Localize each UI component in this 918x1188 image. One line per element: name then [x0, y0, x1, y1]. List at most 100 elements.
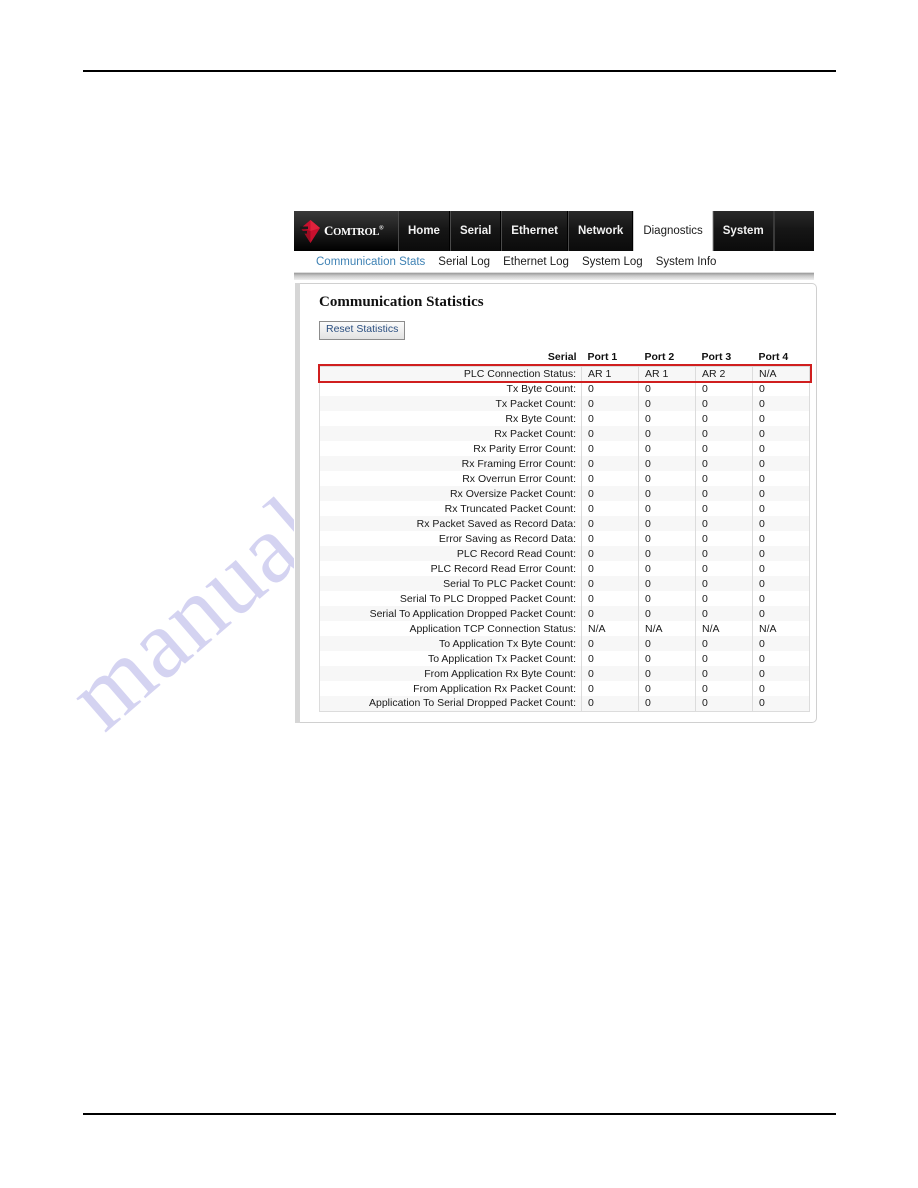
stat-value-port-3: 0: [695, 681, 753, 697]
stat-value-port-3: 0: [695, 636, 753, 652]
section-divider-strip: [294, 273, 814, 280]
stat-value-port-2: AR 1: [638, 365, 696, 382]
subnav-item-system-info[interactable]: System Info: [656, 256, 717, 268]
stat-value-port-4: 0: [752, 516, 810, 532]
stat-value-port-2: 0: [638, 591, 696, 607]
stat-label: PLC Record Read Count:: [319, 546, 582, 562]
stat-label: Serial To Application Dropped Packet Cou…: [319, 606, 582, 622]
stat-value-port-3: 0: [695, 396, 753, 412]
stat-value-port-1: 0: [581, 636, 639, 652]
stat-value-port-2: 0: [638, 666, 696, 682]
table-row: Serial To PLC Dropped Packet Count: 0 0 0 0: [319, 591, 810, 607]
nav-tab-ethernet[interactable]: Ethernet: [501, 211, 568, 251]
diamond-logo-icon: [300, 219, 321, 244]
stat-value-port-3: 0: [695, 546, 753, 562]
stat-value-port-2: 0: [638, 531, 696, 547]
stat-value-port-2: 0: [638, 681, 696, 697]
stat-label: Rx Overrun Error Count:: [319, 471, 582, 487]
stat-value-port-3: 0: [695, 426, 753, 442]
stat-value-port-3: 0: [695, 651, 753, 667]
stat-value-port-4: 0: [752, 456, 810, 472]
subnav-item-serial-log[interactable]: Serial Log: [438, 256, 490, 268]
table-row: Application To Serial Dropped Packet Cou…: [319, 696, 810, 712]
web-ui-screenshot: COMTROL® Home Serial Ethernet Network Di…: [294, 211, 817, 723]
stat-value-port-2: 0: [638, 696, 696, 712]
stat-value-port-4: 0: [752, 591, 810, 607]
stat-value-port-4: 0: [752, 681, 810, 697]
nav-tab-system[interactable]: System: [712, 211, 774, 251]
stat-value-port-4: 0: [752, 651, 810, 667]
stat-value-port-2: 0: [638, 411, 696, 427]
nav-tab-serial[interactable]: Serial: [449, 211, 502, 251]
stat-label: To Application Tx Packet Count:: [319, 651, 582, 667]
stat-value-port-2: 0: [638, 606, 696, 622]
table-row: Serial To PLC Packet Count: 0 0 0 0: [319, 576, 810, 592]
table-row: To Application Tx Packet Count: 0 0 0 0: [319, 651, 810, 667]
stat-value-port-2: 0: [638, 486, 696, 502]
stat-value-port-3: 0: [695, 516, 753, 532]
comtrol-logo-text: COMTROL®: [324, 224, 384, 239]
subnav-item-communication-stats[interactable]: Communication Stats: [316, 256, 425, 268]
stat-value-port-3: 0: [695, 561, 753, 577]
stat-value-port-4: 0: [752, 696, 810, 712]
stat-label: From Application Rx Packet Count:: [319, 681, 582, 697]
stat-value-port-4: N/A: [752, 365, 810, 382]
stat-value-port-1: 0: [581, 426, 639, 442]
stat-label: Serial To PLC Dropped Packet Count:: [319, 591, 582, 607]
stat-value-port-2: 0: [638, 576, 696, 592]
table-row: Rx Oversize Packet Count: 0 0 0 0: [319, 486, 810, 502]
stat-value-port-2: 0: [638, 381, 696, 397]
reset-statistics-button[interactable]: Reset Statistics: [319, 321, 406, 340]
stat-value-port-1: 0: [581, 561, 639, 577]
stat-label: Rx Framing Error Count:: [319, 456, 582, 472]
page-footer-rule: [83, 1113, 836, 1115]
table-row: Error Saving as Record Data: 0 0 0 0: [319, 531, 810, 547]
table-row: Tx Packet Count: 0 0 0 0: [319, 396, 810, 412]
stat-value-port-1: 0: [581, 651, 639, 667]
table-row: PLC Record Read Error Count: 0 0 0 0: [319, 561, 810, 577]
communication-statistics-table: Serial Port 1 Port 2 Port 3 Port 4 PLC C…: [319, 350, 810, 712]
stat-value-port-3: 0: [695, 441, 753, 457]
stat-value-port-3: N/A: [695, 621, 753, 637]
stat-value-port-3: 0: [695, 381, 753, 397]
table-row: Rx Packet Count: 0 0 0 0: [319, 426, 810, 442]
table-row: From Application Rx Byte Count: 0 0 0 0: [319, 666, 810, 682]
nav-tab-diagnostics[interactable]: Diagnostics: [633, 211, 713, 251]
stat-value-port-2: 0: [638, 396, 696, 412]
nav-tab-home[interactable]: Home: [398, 211, 450, 251]
column-header-port-1: Port 1: [581, 350, 639, 367]
stat-value-port-2: 0: [638, 501, 696, 517]
stat-label: Tx Byte Count:: [319, 381, 582, 397]
stat-value-port-1: 0: [581, 381, 639, 397]
stat-label: Rx Byte Count:: [319, 411, 582, 427]
stat-value-port-1: 0: [581, 471, 639, 487]
subnav-item-system-log[interactable]: System Log: [582, 256, 643, 268]
stat-value-port-1: N/A: [581, 621, 639, 637]
subnav-item-ethernet-log[interactable]: Ethernet Log: [503, 256, 569, 268]
stat-value-port-1: 0: [581, 501, 639, 517]
table-header-row: Serial Port 1 Port 2 Port 3 Port 4: [319, 350, 810, 367]
column-header-port-2: Port 2: [638, 350, 696, 367]
stat-value-port-4: 0: [752, 471, 810, 487]
stat-value-port-1: 0: [581, 456, 639, 472]
stat-value-port-3: 0: [695, 486, 753, 502]
column-header-port-4: Port 4: [752, 350, 810, 367]
page-title: Communication Statistics: [319, 294, 484, 310]
comtrol-logo[interactable]: COMTROL®: [294, 211, 398, 251]
stat-value-port-1: 0: [581, 576, 639, 592]
stat-value-port-4: 0: [752, 501, 810, 517]
stat-value-port-1: 0: [581, 441, 639, 457]
stat-value-port-1: 0: [581, 516, 639, 532]
column-header-port-3: Port 3: [695, 350, 753, 367]
stat-label: Rx Truncated Packet Count:: [319, 501, 582, 517]
stat-value-port-1: 0: [581, 591, 639, 607]
stat-value-port-1: 0: [581, 696, 639, 712]
table-body: PLC Connection Status: AR 1 AR 1 AR 2 N/A Tx …: [319, 365, 810, 712]
stat-value-port-2: 0: [638, 471, 696, 487]
nav-tab-network[interactable]: Network: [567, 211, 634, 251]
stat-value-port-2: 0: [638, 426, 696, 442]
table-row: Rx Overrun Error Count: 0 0 0 0: [319, 471, 810, 487]
stat-value-port-4: 0: [752, 546, 810, 562]
table-row: Rx Packet Saved as Record Data: 0 0 0 0: [319, 516, 810, 532]
stat-value-port-1: AR 1: [581, 365, 639, 382]
